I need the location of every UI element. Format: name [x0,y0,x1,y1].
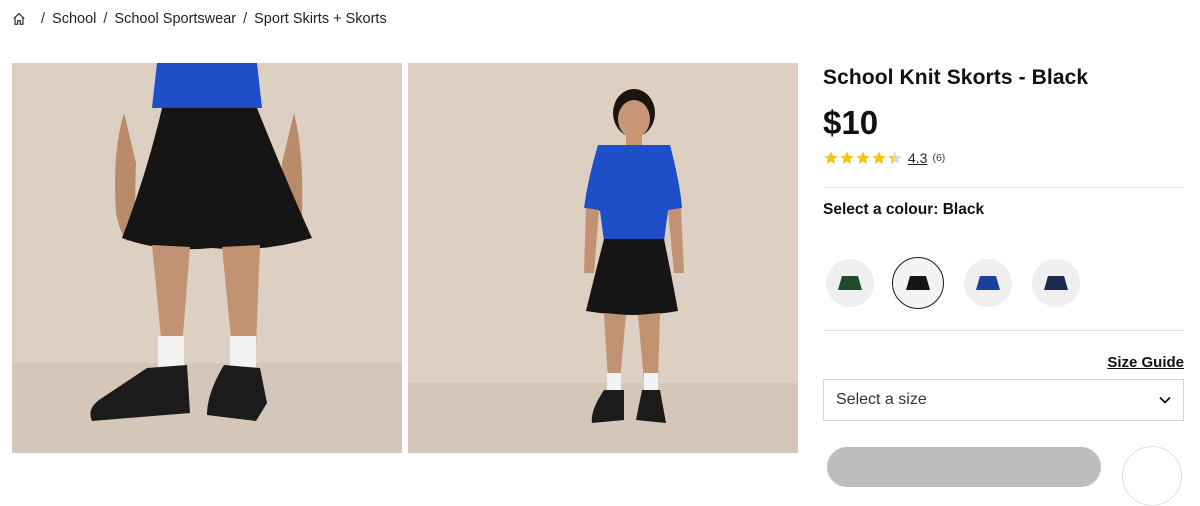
add-to-bag-button[interactable] [827,447,1101,487]
star-icon [840,151,854,164]
rating-summary[interactable]: 4.3 (6) [823,149,945,167]
colour-swatch-black[interactable] [892,257,944,309]
star-icon [824,151,838,164]
wishlist-button[interactable] [1122,446,1182,506]
colour-swatch-navy[interactable] [1032,259,1080,307]
colour-swatch-royal-blue[interactable] [964,259,1012,307]
breadcrumb-separator: / [243,11,248,27]
review-count: (6) [932,152,946,164]
product-price: $10 [823,104,879,141]
home-icon[interactable] [12,12,26,26]
breadcrumb-separator: / [41,11,46,27]
divider [823,330,1185,331]
skort-navy-icon [1044,276,1068,290]
breadcrumb: / School / School Sportswear / Sport Ski… [12,10,387,28]
breadcrumb-item-school-sportswear[interactable]: School Sportswear [114,11,236,27]
breadcrumb-item-school[interactable]: School [52,11,96,27]
product-image-full[interactable] [408,63,798,453]
breadcrumb-separator: / [103,11,108,27]
rating-value[interactable]: 4.3 [908,150,927,166]
star-half-icon [888,151,902,164]
skort-green-icon [838,276,862,290]
chevron-down-icon [1159,396,1171,404]
size-select[interactable]: Select a size [823,379,1184,421]
divider [823,187,1185,188]
size-select-placeholder: Select a size [836,391,927,408]
skort-royal-blue-icon [976,276,1000,290]
product-image-closeup[interactable] [12,63,402,453]
product-title: School Knit Skorts - Black [823,66,1089,89]
skort-black-icon [906,276,930,290]
star-icon [872,151,886,164]
size-guide-link[interactable]: Size Guide [1107,354,1184,371]
breadcrumb-item-sport-skirts-skorts[interactable]: Sport Skirts + Skorts [254,11,387,27]
colour-label: Select a colour: Black [823,201,985,218]
star-rating [823,150,903,166]
star-icon [856,151,870,164]
colour-swatch-green[interactable] [826,259,874,307]
